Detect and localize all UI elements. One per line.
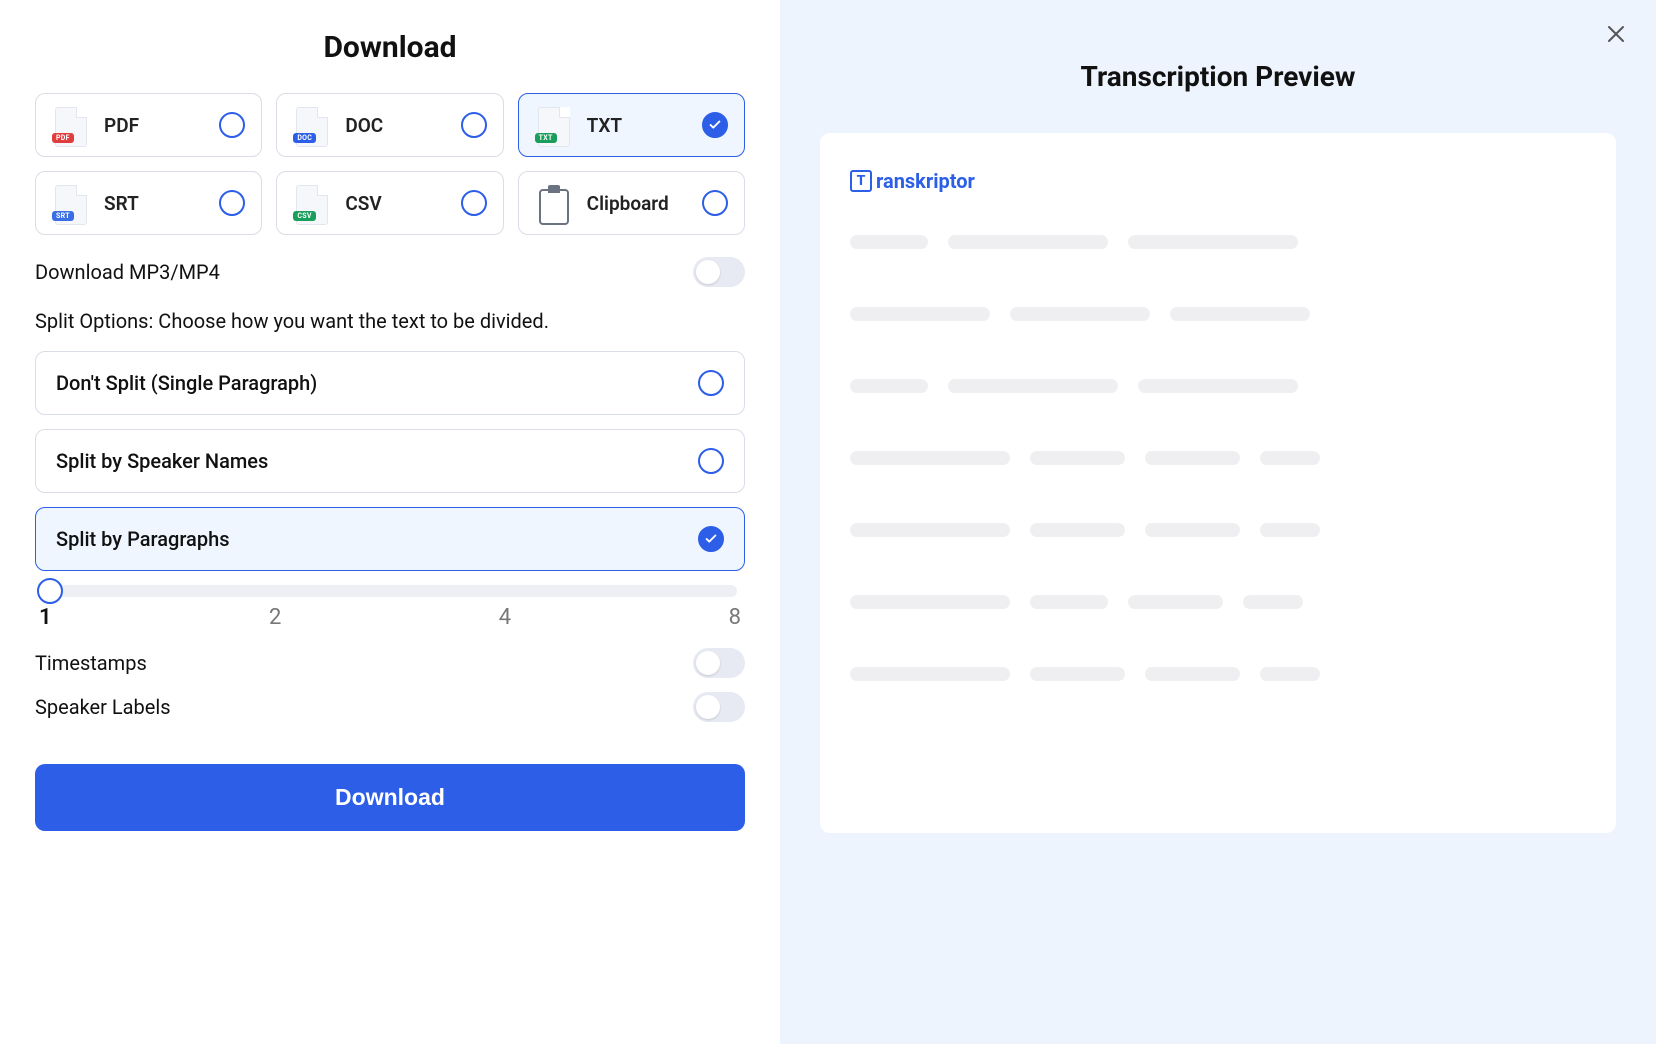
format-option-doc[interactable]: DOC DOC — [276, 93, 503, 157]
download-title: Download — [35, 30, 745, 65]
split-option-no-split[interactable]: Don't Split (Single Paragraph) — [35, 351, 745, 415]
download-media-toggle[interactable] — [693, 257, 745, 287]
timestamps-label: Timestamps — [35, 651, 147, 675]
skeleton-row — [850, 451, 1586, 465]
radio-checked-icon — [702, 112, 728, 138]
radio-icon — [219, 190, 245, 216]
radio-icon — [461, 112, 487, 138]
radio-icon — [219, 112, 245, 138]
slider-mark: 8 — [729, 605, 741, 630]
radio-icon — [702, 190, 728, 216]
skeleton-row — [850, 379, 1586, 393]
download-media-row: Download MP3/MP4 — [35, 257, 745, 287]
download-media-label: Download MP3/MP4 — [35, 260, 220, 284]
radio-checked-icon — [698, 526, 724, 552]
split-label: Don't Split (Single Paragraph) — [56, 371, 317, 395]
skeleton-row — [850, 307, 1586, 321]
format-label: TXT — [587, 114, 688, 137]
preview-title: Transcription Preview — [820, 60, 1616, 93]
radio-icon — [698, 370, 724, 396]
brand-t-icon: T — [850, 170, 872, 192]
format-label: DOC — [345, 114, 446, 137]
slider-thumb[interactable] — [37, 578, 63, 604]
format-option-txt[interactable]: TXT TXT — [518, 93, 745, 157]
pdf-file-icon: PDF — [52, 103, 90, 147]
timestamps-row: Timestamps — [35, 648, 745, 678]
split-label: Split by Paragraphs — [56, 527, 230, 551]
csv-file-icon: CSV — [293, 181, 331, 225]
format-option-csv[interactable]: CSV CSV — [276, 171, 503, 235]
format-label: Clipboard — [587, 192, 688, 215]
radio-icon — [461, 190, 487, 216]
download-button[interactable]: Download — [35, 764, 745, 831]
doc-file-icon: DOC — [293, 103, 331, 147]
format-option-clipboard[interactable]: Clipboard — [518, 171, 745, 235]
preview-card: Transkriptor — [820, 133, 1616, 833]
speaker-labels-row: Speaker Labels — [35, 692, 745, 722]
format-label: CSV — [345, 192, 446, 215]
brand-text: ranskriptor — [876, 169, 975, 193]
srt-file-icon: SRT — [52, 181, 90, 225]
preview-panel: Transcription Preview Transkriptor — [780, 0, 1656, 1044]
format-label: SRT — [104, 192, 205, 215]
speaker-labels-label: Speaker Labels — [35, 695, 171, 719]
split-option-speaker[interactable]: Split by Speaker Names — [35, 429, 745, 493]
txt-file-icon: TXT — [535, 103, 573, 147]
format-grid: PDF PDF DOC DOC TXT TXT SRT SRT CSV CSV … — [35, 93, 745, 235]
format-option-pdf[interactable]: PDF PDF — [35, 93, 262, 157]
skeleton-row — [850, 235, 1586, 249]
clipboard-icon — [535, 181, 573, 225]
radio-icon — [698, 448, 724, 474]
slider-track[interactable] — [43, 585, 737, 597]
skeleton-row — [850, 595, 1586, 609]
timestamps-toggle[interactable] — [693, 648, 745, 678]
skeleton-row — [850, 667, 1586, 681]
split-label: Split by Speaker Names — [56, 449, 268, 473]
split-heading: Split Options: Choose how you want the t… — [35, 309, 745, 333]
speaker-labels-toggle[interactable] — [693, 692, 745, 722]
close-icon[interactable] — [1604, 22, 1628, 46]
slider-mark: 1 — [39, 605, 52, 630]
paragraph-slider: 1 2 4 8 — [35, 585, 745, 630]
skeleton-row — [850, 523, 1586, 537]
format-option-srt[interactable]: SRT SRT — [35, 171, 262, 235]
slider-mark: 2 — [269, 605, 281, 630]
download-panel: Download PDF PDF DOC DOC TXT TXT SRT SRT… — [0, 0, 780, 1044]
split-option-paragraphs[interactable]: Split by Paragraphs — [35, 507, 745, 571]
slider-mark: 4 — [499, 605, 511, 630]
format-label: PDF — [104, 114, 205, 137]
brand-logo: Transkriptor — [850, 169, 1586, 193]
slider-marks: 1 2 4 8 — [39, 605, 741, 630]
